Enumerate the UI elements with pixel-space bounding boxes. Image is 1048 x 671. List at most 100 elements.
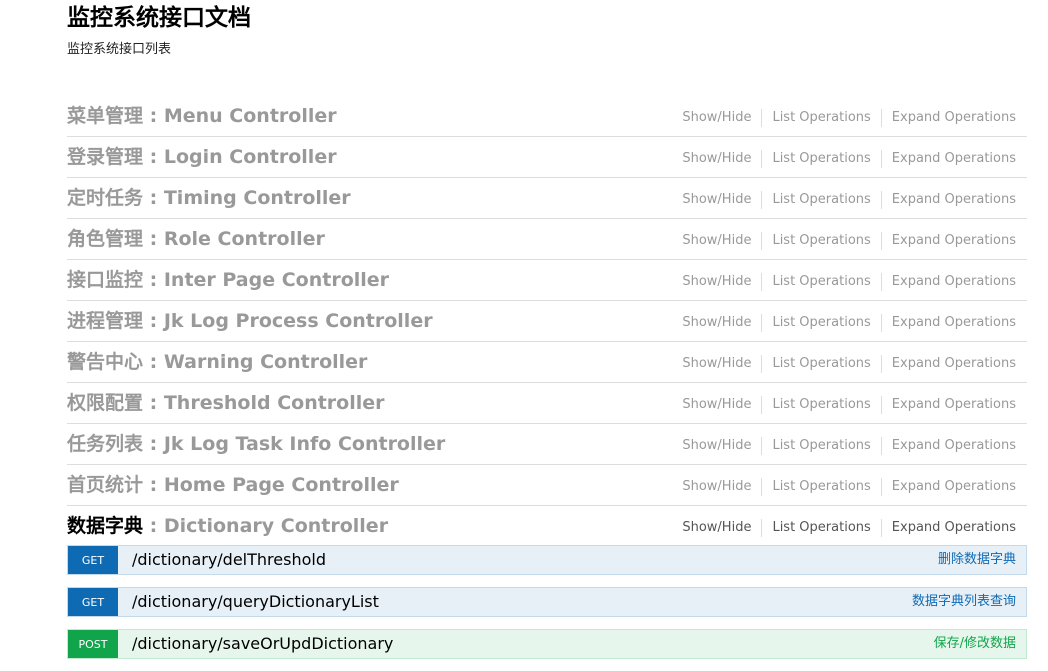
http-method-badge[interactable]: GET bbox=[68, 546, 118, 574]
expand-operations-link[interactable]: Expand Operations bbox=[880, 273, 1016, 291]
endpoint-path[interactable]: /dictionary/delThreshold bbox=[132, 549, 326, 571]
resource-name-en: Home Page Controller bbox=[163, 474, 399, 496]
endpoint-summary[interactable]: 保存/修改数据 bbox=[934, 635, 1016, 653]
resource-heading-link[interactable]: 定时任务 : Timing Controller bbox=[67, 186, 351, 210]
resource-heading-link[interactable]: 首页统计 : Home Page Controller bbox=[67, 473, 399, 497]
resource-operations: Show/Hide List Operations Expand Operati… bbox=[682, 191, 1016, 209]
resource-name-cn: 首页统计 bbox=[67, 474, 144, 496]
resource-separator: : bbox=[143, 105, 164, 127]
resource-name-en: Threshold Controller bbox=[163, 392, 385, 414]
resource-separator: : bbox=[143, 228, 164, 250]
resource-heading-link[interactable]: 权限配置 : Threshold Controller bbox=[67, 391, 385, 415]
resource-heading-link[interactable]: 菜单管理 : Menu Controller bbox=[67, 104, 337, 128]
resource-name-cn: 定时任务 bbox=[67, 187, 144, 209]
resource-operations: Show/Hide List Operations Expand Operati… bbox=[682, 109, 1016, 127]
expand-operations-link[interactable]: Expand Operations bbox=[880, 232, 1016, 250]
list-operations-link[interactable]: List Operations bbox=[761, 232, 880, 250]
endpoint-path[interactable]: /dictionary/queryDictionaryList bbox=[132, 591, 379, 613]
resource-separator: : bbox=[143, 310, 164, 332]
expand-operations-link[interactable]: Expand Operations bbox=[880, 109, 1016, 127]
resource-name-cn: 进程管理 bbox=[67, 310, 144, 332]
show-hide-link[interactable]: Show/Hide bbox=[682, 478, 761, 496]
resource-operations: Show/Hide List Operations Expand Operati… bbox=[682, 273, 1016, 291]
http-method-badge[interactable]: GET bbox=[68, 588, 118, 616]
list-operations-link[interactable]: List Operations bbox=[761, 150, 880, 168]
resource-name-en: Jk Log Process Controller bbox=[163, 310, 433, 332]
list-operations-link[interactable]: List Operations bbox=[761, 355, 880, 373]
resource-name-en: Timing Controller bbox=[163, 187, 351, 209]
endpoint-summary[interactable]: 数据字典列表查询 bbox=[912, 593, 1016, 611]
show-hide-link[interactable]: Show/Hide bbox=[682, 150, 761, 168]
endpoint-summary[interactable]: 删除数据字典 bbox=[938, 551, 1016, 569]
expand-operations-link[interactable]: Expand Operations bbox=[880, 396, 1016, 414]
resource-warning-controller: 警告中心 : Warning Controller Show/Hide List… bbox=[67, 342, 1027, 383]
endpoint-row[interactable]: POST /dictionary/saveOrUpdDictionary 保存/… bbox=[67, 629, 1027, 659]
expand-operations-link[interactable]: Expand Operations bbox=[880, 355, 1016, 373]
resource-operations: Show/Hide List Operations Expand Operati… bbox=[682, 150, 1016, 168]
list-operations-link[interactable]: List Operations bbox=[761, 437, 880, 455]
expand-operations-link[interactable]: Expand Operations bbox=[880, 314, 1016, 332]
show-hide-link[interactable]: Show/Hide bbox=[682, 191, 761, 209]
show-hide-link[interactable]: Show/Hide bbox=[682, 519, 761, 537]
resource-separator: : bbox=[143, 515, 164, 537]
resource-name-cn: 角色管理 bbox=[67, 228, 144, 250]
resource-heading-link[interactable]: 进程管理 : Jk Log Process Controller bbox=[67, 309, 433, 333]
expand-operations-link[interactable]: Expand Operations bbox=[880, 519, 1016, 537]
resource-heading-link[interactable]: 警告中心 : Warning Controller bbox=[67, 350, 367, 374]
resource-inter-page-controller: 接口监控 : Inter Page Controller Show/Hide L… bbox=[67, 260, 1027, 301]
resource-name-cn: 警告中心 bbox=[67, 351, 144, 373]
resource-operations: Show/Hide List Operations Expand Operati… bbox=[682, 437, 1016, 455]
resource-name-cn: 权限配置 bbox=[67, 392, 144, 414]
list-operations-link[interactable]: List Operations bbox=[761, 519, 880, 537]
resource-heading-link[interactable]: 数据字典 : Dictionary Controller bbox=[67, 514, 388, 538]
expand-operations-link[interactable]: Expand Operations bbox=[880, 437, 1016, 455]
endpoint-list: GET /dictionary/delThreshold 删除数据字典 GET … bbox=[67, 545, 1027, 671]
show-hide-link[interactable]: Show/Hide bbox=[682, 109, 761, 127]
resource-separator: : bbox=[143, 269, 164, 291]
list-operations-link[interactable]: List Operations bbox=[761, 191, 880, 209]
expand-operations-link[interactable]: Expand Operations bbox=[880, 478, 1016, 496]
show-hide-link[interactable]: Show/Hide bbox=[682, 273, 761, 291]
resource-menu-controller: 菜单管理 : Menu Controller Show/Hide List Op… bbox=[67, 96, 1027, 137]
resource-operations: Show/Hide List Operations Expand Operati… bbox=[682, 396, 1016, 414]
resource-separator: : bbox=[143, 351, 164, 373]
resource-operations: Show/Hide List Operations Expand Operati… bbox=[682, 519, 1016, 537]
show-hide-link[interactable]: Show/Hide bbox=[682, 437, 761, 455]
list-operations-link[interactable]: List Operations bbox=[761, 478, 880, 496]
expand-operations-link[interactable]: Expand Operations bbox=[880, 191, 1016, 209]
resource-heading-link[interactable]: 任务列表 : Jk Log Task Info Controller bbox=[67, 432, 445, 456]
page-description: 监控系统接口列表 bbox=[67, 42, 172, 57]
show-hide-link[interactable]: Show/Hide bbox=[682, 232, 761, 250]
resource-name-cn: 数据字典 bbox=[67, 515, 144, 537]
resource-heading-link[interactable]: 登录管理 : Login Controller bbox=[67, 145, 337, 169]
resource-role-controller: 角色管理 : Role Controller Show/Hide List Op… bbox=[67, 219, 1027, 260]
expand-operations-link[interactable]: Expand Operations bbox=[880, 150, 1016, 168]
endpoint-row[interactable]: GET /dictionary/delThreshold 删除数据字典 bbox=[67, 545, 1027, 575]
resource-separator: : bbox=[143, 474, 164, 496]
resource-heading-link[interactable]: 角色管理 : Role Controller bbox=[67, 227, 325, 251]
resource-name-en: Login Controller bbox=[163, 146, 337, 168]
list-operations-link[interactable]: List Operations bbox=[761, 273, 880, 291]
list-operations-link[interactable]: List Operations bbox=[761, 396, 880, 414]
resource-separator: : bbox=[143, 146, 164, 168]
show-hide-link[interactable]: Show/Hide bbox=[682, 396, 761, 414]
resource-operations: Show/Hide List Operations Expand Operati… bbox=[682, 355, 1016, 373]
list-operations-link[interactable]: List Operations bbox=[761, 109, 880, 127]
endpoint-row[interactable]: GET /dictionary/queryDictionaryList 数据字典… bbox=[67, 587, 1027, 617]
resource-separator: : bbox=[143, 392, 164, 414]
resource-jk-log-process-controller: 进程管理 : Jk Log Process Controller Show/Hi… bbox=[67, 301, 1027, 342]
resource-jk-log-task-info-controller: 任务列表 : Jk Log Task Info Controller Show/… bbox=[67, 424, 1027, 465]
resource-name-en: Menu Controller bbox=[163, 105, 337, 127]
show-hide-link[interactable]: Show/Hide bbox=[682, 355, 761, 373]
resource-name-en: Dictionary Controller bbox=[163, 515, 389, 537]
resource-timing-controller: 定时任务 : Timing Controller Show/Hide List … bbox=[67, 178, 1027, 219]
resource-heading-link[interactable]: 接口监控 : Inter Page Controller bbox=[67, 268, 389, 292]
resource-separator: : bbox=[143, 187, 164, 209]
list-operations-link[interactable]: List Operations bbox=[761, 314, 880, 332]
show-hide-link[interactable]: Show/Hide bbox=[682, 314, 761, 332]
endpoint-path[interactable]: /dictionary/saveOrUpdDictionary bbox=[132, 633, 393, 655]
resource-name-cn: 菜单管理 bbox=[67, 105, 144, 127]
resource-operations: Show/Hide List Operations Expand Operati… bbox=[682, 232, 1016, 250]
http-method-badge[interactable]: POST bbox=[68, 630, 118, 658]
resource-operations: Show/Hide List Operations Expand Operati… bbox=[682, 478, 1016, 496]
